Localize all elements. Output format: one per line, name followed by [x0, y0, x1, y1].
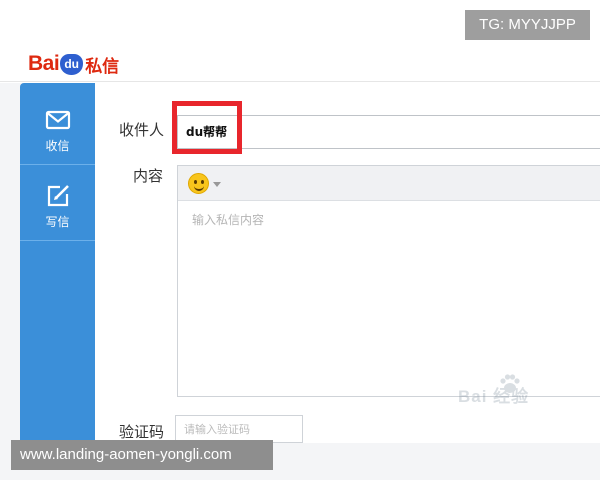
logo-bai: Bai	[28, 52, 60, 75]
smiley-icon	[188, 173, 209, 194]
captcha-label: 验证码	[119, 423, 165, 441]
header: Bai du 私信	[0, 46, 600, 82]
sidebar-item-label: 收信	[45, 139, 70, 153]
message-editor	[177, 165, 600, 397]
chevron-down-icon	[213, 182, 221, 187]
url-banner: www.landing-aomen-yongli.com	[11, 440, 273, 470]
baidu-logo[interactable]: Bai du 私信	[28, 50, 119, 78]
recipient-label: 收件人	[119, 121, 165, 139]
content-label: 内容	[133, 167, 164, 185]
sidebar: 收信 写信	[20, 83, 95, 443]
tg-badge: TG: MYYJJPP	[465, 10, 590, 40]
recipient-highlight	[172, 101, 242, 154]
editor-toolbar	[178, 166, 600, 201]
captcha-input[interactable]	[175, 415, 303, 443]
watermark-text: Bai 经验	[458, 387, 530, 406]
sidebar-item-inbox[interactable]: 收信	[20, 89, 95, 165]
sidebar-item-label: 写信	[45, 215, 70, 229]
logo-title: 私信	[85, 56, 120, 77]
emoji-button[interactable]	[188, 173, 224, 195]
sidebar-item-write[interactable]: 写信	[20, 165, 95, 241]
envelope-icon	[45, 110, 70, 130]
content-textarea[interactable]	[178, 202, 600, 396]
edit-icon	[47, 185, 69, 207]
baidu-jingyan-watermark: Bai 经验	[458, 370, 568, 406]
logo-du-paw-icon: du	[60, 53, 84, 75]
